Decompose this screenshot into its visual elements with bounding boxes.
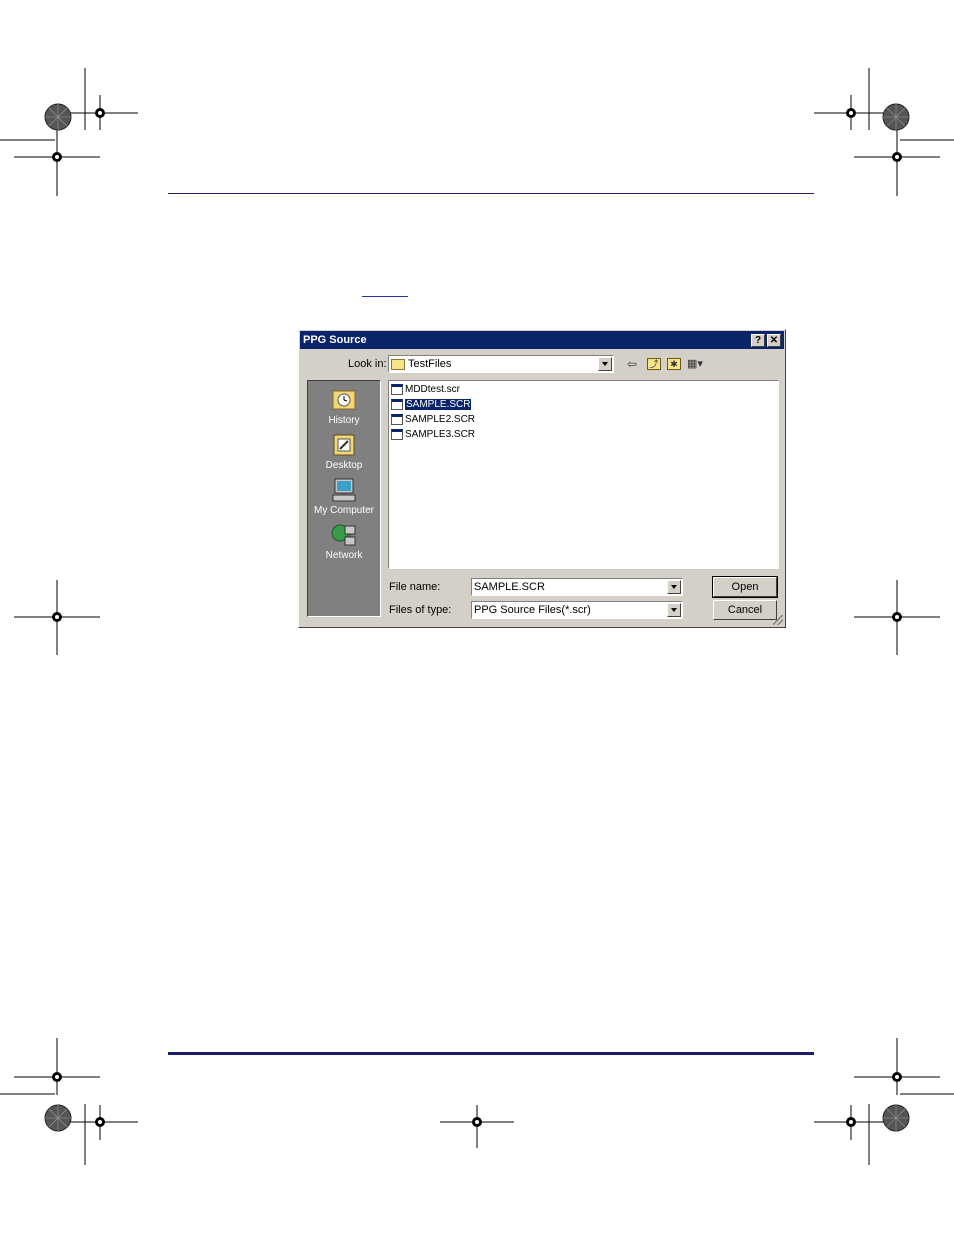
desktop-icon [330, 432, 358, 458]
my-computer-icon [330, 477, 358, 503]
place-my-computer-label: My Computer [313, 505, 374, 516]
close-button[interactable]: ✕ [767, 334, 781, 347]
list-item[interactable]: SAMPLE2.SCR [391, 413, 475, 427]
file-name-value: SAMPLE.SCR [474, 581, 545, 593]
place-network[interactable]: Network [308, 522, 380, 561]
file-list[interactable]: MDDtest.scr SAMPLE.SCR SAMPLE2.SCR SAMPL… [388, 380, 779, 569]
dialog-title: PPG Source [303, 334, 367, 346]
ppg-source-dialog: PPG Source ? ✕ Look in: TestFiles ⇦ ⤴ ✱ … [298, 329, 786, 628]
resize-grip[interactable] [773, 615, 783, 625]
look-in-value: TestFiles [408, 358, 452, 370]
back-icon[interactable]: ⇦ [627, 356, 637, 372]
file-icon [391, 383, 403, 395]
place-history-label: History [328, 415, 360, 426]
list-item[interactable]: MDDtest.scr [391, 383, 460, 397]
network-icon [330, 522, 358, 548]
place-desktop[interactable]: Desktop [308, 432, 380, 471]
dialog-titlebar[interactable]: PPG Source ? ✕ [300, 331, 784, 349]
open-button[interactable]: Open [712, 576, 778, 598]
file-type-select[interactable]: PPG Source Files(*.scr) [471, 601, 683, 619]
places-bar: History Desktop My Computer Network [307, 380, 381, 617]
list-item[interactable]: SAMPLE3.SCR [391, 428, 475, 442]
look-in-label: Look in: [348, 358, 387, 370]
file-name-dropdown-arrow[interactable] [667, 580, 681, 594]
folder-icon [391, 358, 405, 370]
help-button[interactable]: ? [751, 334, 765, 347]
cancel-button[interactable]: Cancel [713, 600, 777, 620]
place-my-computer[interactable]: My Computer [308, 477, 380, 516]
place-network-label: Network [325, 550, 363, 561]
file-type-value: PPG Source Files(*.scr) [474, 604, 591, 616]
file-icon [391, 398, 403, 410]
up-folder-icon[interactable]: ⤴ [647, 358, 661, 370]
look-in-select[interactable]: TestFiles [388, 355, 614, 373]
new-folder-icon[interactable]: ✱ [667, 358, 681, 370]
file-type-dropdown-arrow[interactable] [667, 603, 681, 617]
file-icon [391, 413, 403, 425]
file-name-field[interactable]: SAMPLE.SCR [471, 578, 683, 596]
file-name-label: File name: [389, 581, 441, 593]
place-history[interactable]: History [308, 387, 380, 426]
file-type-label: Files of type: [389, 604, 452, 616]
file-icon [391, 428, 403, 440]
place-desktop-label: Desktop [325, 460, 363, 471]
look-in-dropdown-arrow[interactable] [598, 357, 612, 371]
history-icon [330, 387, 358, 413]
list-item[interactable]: SAMPLE.SCR [391, 398, 472, 412]
views-menu-icon[interactable]: ▦▾ [687, 356, 703, 372]
